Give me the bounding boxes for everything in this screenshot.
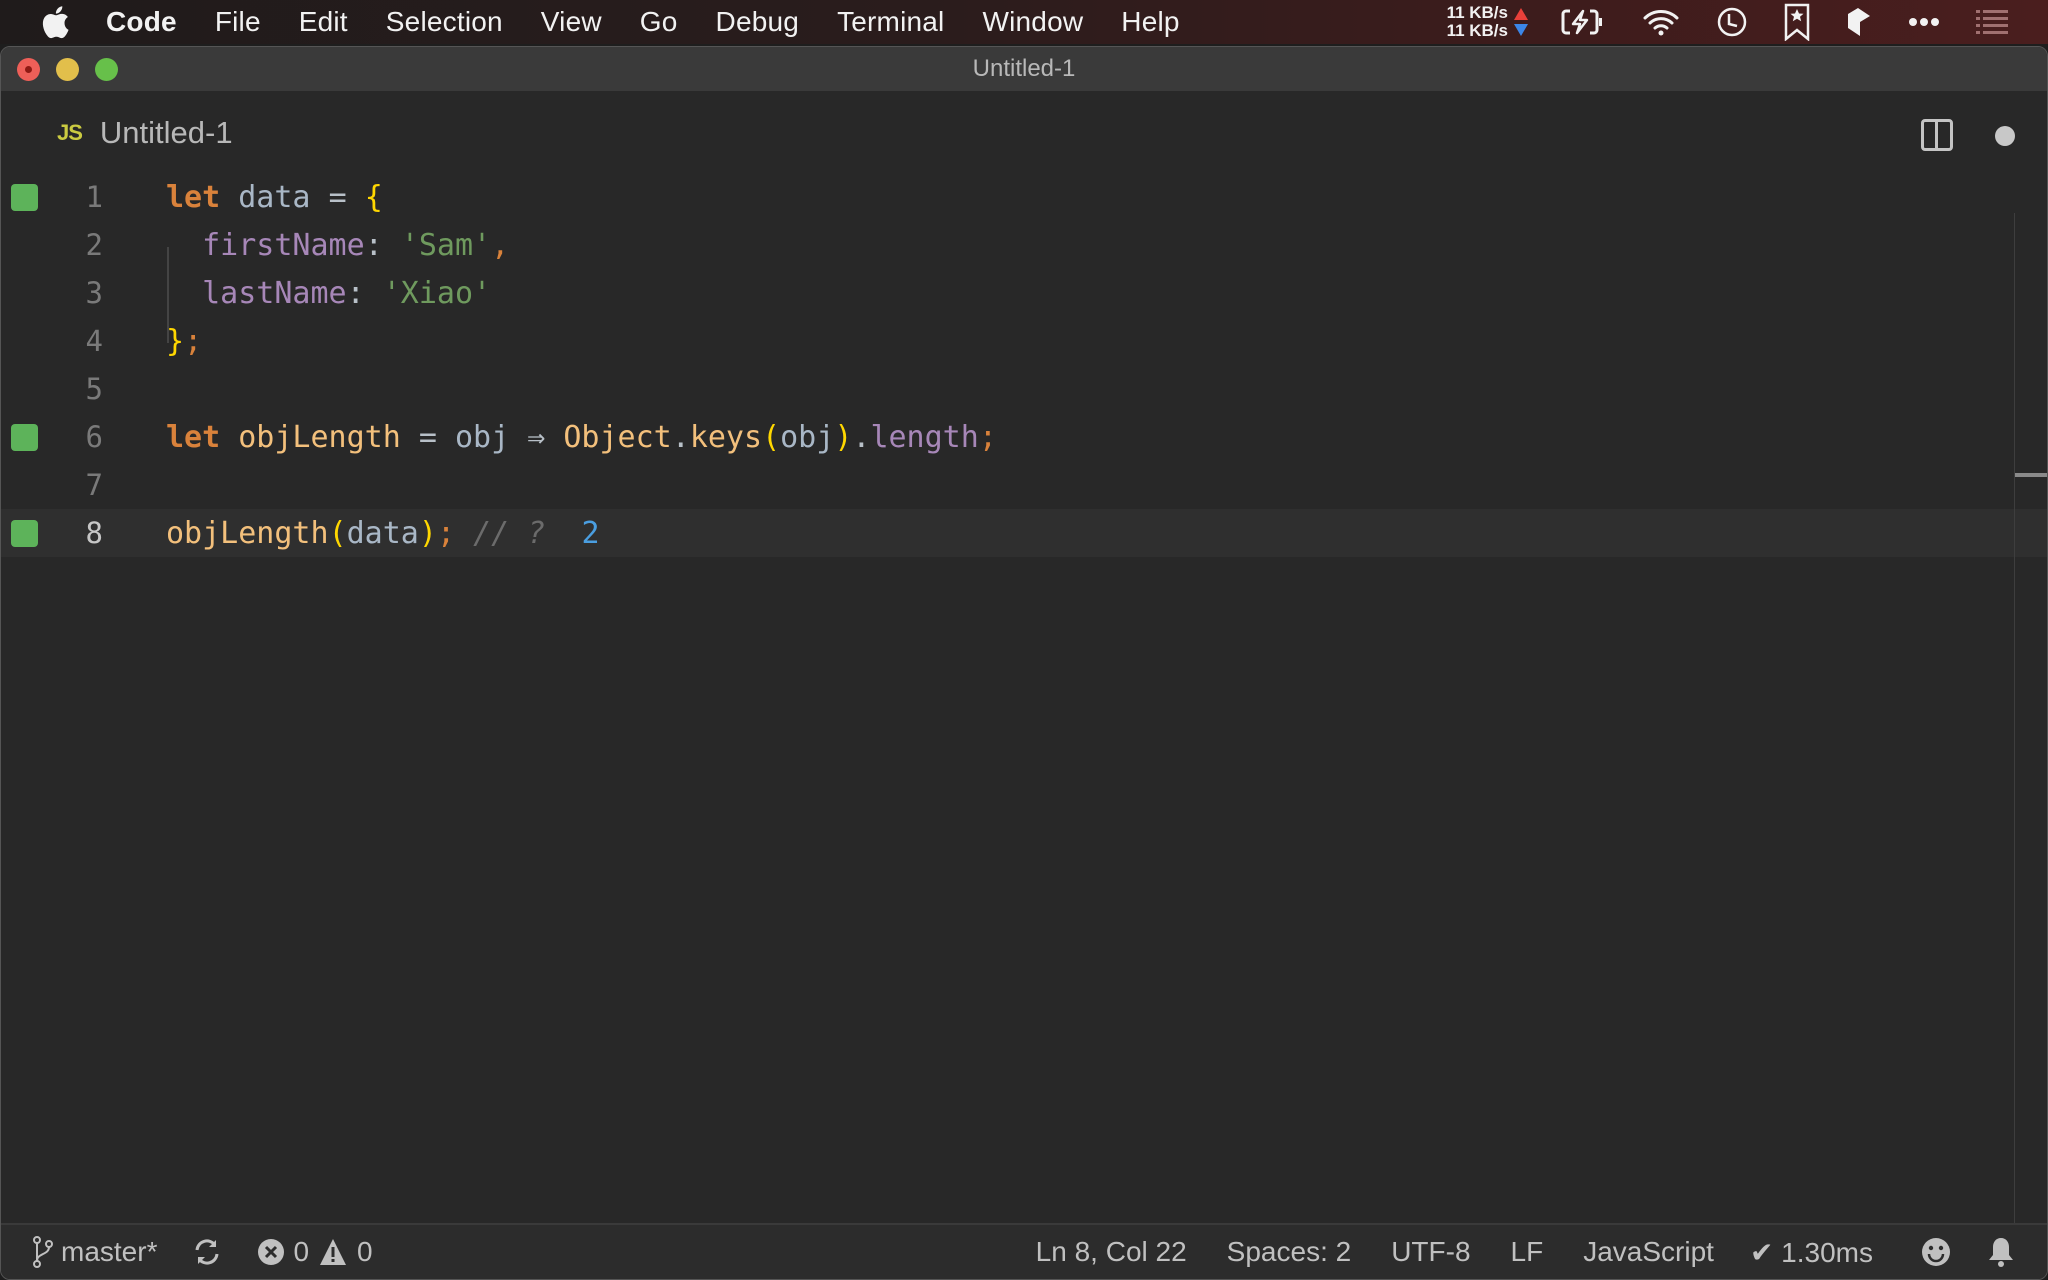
code-text: lastName: 'Xiao' (202, 275, 492, 311)
menu-view[interactable]: View (541, 6, 602, 38)
bookmark-star-icon[interactable] (1784, 3, 1810, 41)
code-text: firstName: 'Sam', (202, 227, 510, 263)
menu-help[interactable]: Help (1121, 6, 1179, 38)
coverage-marker (11, 423, 38, 451)
error-icon (258, 1239, 285, 1265)
language-mode[interactable]: JavaScript (1583, 1236, 1714, 1268)
code-line[interactable]: 7 (1, 461, 2047, 509)
clock-icon[interactable] (1716, 6, 1748, 38)
maximize-window-button[interactable] (95, 58, 118, 81)
coverage-marker (11, 183, 38, 211)
git-branch[interactable]: master* (33, 1236, 157, 1268)
menu-file[interactable]: File (215, 6, 261, 38)
unsaved-changes-icon[interactable] (1995, 126, 2015, 146)
encoding[interactable]: UTF-8 (1391, 1236, 1470, 1268)
error-count: 0 (293, 1236, 310, 1267)
vertical-scrollbar[interactable] (2014, 213, 2047, 1223)
battery-charging-icon[interactable] (1560, 8, 1606, 36)
menu-selection[interactable]: Selection (386, 6, 503, 38)
code-line-current[interactable]: 8 objLength(data); // ? 2 (1, 509, 2047, 557)
menu-window[interactable]: Window (982, 6, 1083, 38)
apple-menu-icon[interactable] (40, 5, 80, 39)
line-number: 2 (85, 228, 103, 262)
sync-icon (195, 1239, 219, 1265)
scrollbar-cursor-marker (2015, 473, 2047, 477)
javascript-file-icon: JS (57, 120, 83, 145)
indentation[interactable]: Spaces: 2 (1227, 1236, 1352, 1268)
code-editor[interactable]: 1 let data = { 2 firstName: 'Sam', 3 las… (1, 173, 2047, 1223)
coverage-marker (11, 519, 38, 547)
end-of-line[interactable]: LF (1511, 1236, 1544, 1268)
vscode-window: Untitled-1 JS Untitled-1 1 let data = { … (0, 46, 2048, 1280)
window-title: Untitled-1 (972, 55, 1076, 82)
quokka-timing[interactable]: ✔ 1.30ms (1750, 1236, 1873, 1269)
line-number: 1 (85, 180, 103, 214)
line-number: 6 (85, 420, 103, 454)
code-text: objLength(data); // ? 2 (166, 515, 600, 551)
code-text: let objLength = obj ⇒ Object.keys(obj).l… (166, 419, 997, 455)
menu-edit[interactable]: Edit (299, 6, 348, 38)
line-number: 8 (85, 516, 103, 550)
menu-bar: Code File Edit Selection View Go Debug T… (0, 0, 2048, 44)
git-branch-icon (33, 1236, 53, 1268)
app-icon[interactable] (1846, 6, 1872, 38)
code-line[interactable]: 2 firstName: 'Sam', (1, 221, 2047, 269)
inline-result: 2 (581, 515, 600, 551)
cursor-position[interactable]: Ln 8, Col 22 (1036, 1236, 1187, 1268)
warning-icon (320, 1239, 347, 1265)
code-line[interactable]: 3 lastName: 'Xiao' (1, 269, 2047, 317)
status-bar: master* 0 0 Ln 8, Col 22 Spaces: 2 UTF-8… (1, 1223, 2047, 1279)
download-speed: 11 KB/s (1446, 21, 1508, 40)
code-line[interactable]: 5 (1, 365, 2047, 413)
sync-button[interactable] (193, 1238, 221, 1266)
problems-indicator[interactable]: 0 0 (257, 1236, 373, 1268)
menu-app-code[interactable]: Code (106, 6, 177, 38)
feedback-smiley-icon[interactable] (1921, 1237, 1951, 1267)
menu-terminal[interactable]: Terminal (837, 6, 944, 38)
code-text: }; (166, 323, 203, 359)
close-window-button[interactable] (17, 58, 40, 81)
line-number: 4 (85, 324, 103, 358)
code-line[interactable]: 1 let data = { (1, 173, 2047, 221)
split-editor-icon[interactable] (1921, 119, 1953, 151)
branch-name: master* (61, 1236, 158, 1267)
menu-extras: 11 KB/s 11 KB/s (1447, 0, 2048, 44)
notifications-bell-icon[interactable] (1987, 1236, 2015, 1268)
tab-label: Untitled-1 (99, 115, 233, 150)
line-number: 3 (85, 276, 103, 310)
menu-debug[interactable]: Debug (716, 6, 800, 38)
download-arrow-icon (1514, 24, 1528, 36)
network-arrows (1514, 8, 1528, 36)
code-text: let data = { (166, 179, 383, 215)
title-bar[interactable]: Untitled-1 (1, 47, 2047, 91)
network-speed[interactable]: 11 KB/s 11 KB/s (1447, 4, 1508, 40)
list-icon[interactable] (1976, 10, 2008, 34)
tab-untitled-1[interactable]: JS Untitled-1 (57, 115, 233, 151)
minimize-window-button[interactable] (56, 58, 79, 81)
code-line[interactable]: 4 }; (1, 317, 2047, 365)
more-icon[interactable] (1908, 17, 1940, 27)
line-number: 5 (85, 372, 103, 406)
tab-bar: JS Untitled-1 (1, 91, 2047, 173)
wifi-icon[interactable] (1642, 8, 1680, 36)
line-number: 7 (85, 468, 103, 502)
warning-count: 0 (357, 1236, 373, 1267)
code-line[interactable]: 6 let objLength = obj ⇒ Object.keys(obj)… (1, 413, 2047, 461)
upload-speed: 11 KB/s (1446, 3, 1508, 22)
window-controls (17, 58, 118, 81)
upload-arrow-icon (1514, 8, 1528, 20)
menu-go[interactable]: Go (640, 6, 678, 38)
